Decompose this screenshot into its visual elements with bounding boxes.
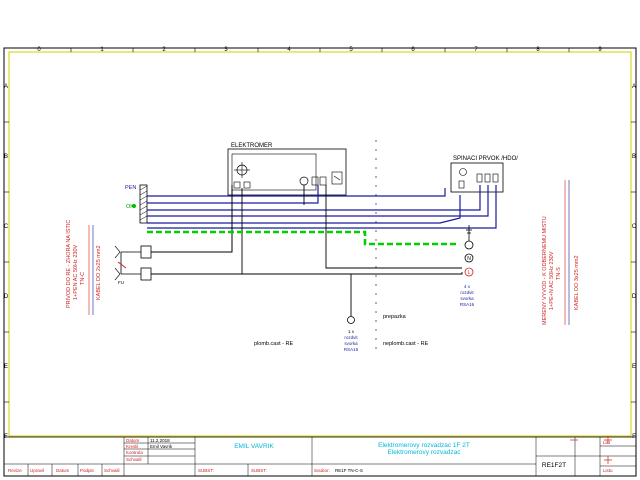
tb-drawing-no: RE1F2T	[542, 462, 566, 469]
svg-text:L: L	[468, 270, 471, 276]
row-d-right: D	[632, 294, 637, 300]
tb-soubor-label: Soubor:	[314, 468, 330, 473]
earth-terminal-icon	[464, 240, 474, 250]
svg-text:N: N	[467, 256, 471, 262]
left-vertical-3: TN-C	[80, 272, 86, 285]
neplomb-label: neplomb.cast - RE	[383, 341, 429, 347]
tb-schvalil-label: Schvalil	[126, 457, 142, 462]
pen-bus-hatch	[139, 185, 148, 221]
drawing-canvas: 0 1 2 3 4 5 6 7 8 9 A B C D E F A B C D …	[3, 47, 637, 477]
elektromer-inner-box	[231, 153, 317, 191]
meter-terminal-1	[233, 181, 241, 189]
row-a-right: A	[632, 84, 636, 90]
svorka-1x-count: 1 x	[348, 329, 355, 334]
right-vertical-1: MERENY VYVOD - K ODBERNEMU MISTU	[542, 216, 548, 325]
tb-kreslil-label: Kreslil	[126, 444, 138, 449]
svorka-1x-name: svorka	[344, 341, 358, 346]
svorka-4x-type: rozdvit	[460, 290, 474, 295]
tariff-coil-icon	[299, 176, 309, 186]
breaker-bottom	[140, 267, 152, 281]
column-ticks	[70, 48, 570, 52]
fu-label: FU	[118, 280, 124, 285]
row-e-right: E	[632, 364, 636, 370]
elektromer-label: ELEKTROMER	[231, 143, 273, 149]
tb-col-schvalil: Schvalil	[104, 468, 120, 473]
hdo-terminal-1	[458, 180, 465, 189]
hdo-terminal-2	[476, 173, 483, 183]
tb-subst-2: SUBST:	[251, 468, 267, 473]
row-b-right: B	[632, 154, 636, 160]
spinaci-label: SPINACI PRVOK /HDO/	[453, 156, 518, 162]
row-a-left: A	[4, 84, 8, 90]
tb-red-marks	[570, 436, 612, 464]
svorka-4x-name: svorka	[460, 296, 474, 301]
inner-frame	[8, 51, 632, 437]
left-vertical-4: KABEL DO 2x25 mm2	[96, 245, 102, 300]
hdo-terminal-3	[484, 173, 491, 183]
tb-kontrola-label: Kontrola	[126, 450, 143, 455]
prepazka-label: prepazka	[383, 314, 407, 320]
svorka-1x-model: RSA16	[344, 347, 359, 352]
tb-datum-value: 11.2.2018	[150, 438, 170, 443]
tb-col-revize: Revize	[8, 468, 22, 473]
tb-title-2: Elektromerovy rozvadzac	[388, 449, 462, 456]
tb-subst-1: SUBST:	[198, 468, 214, 473]
right-vertical-4: KABEL DO 3x25 mm2	[574, 255, 580, 310]
tb-list-label: List	[603, 440, 611, 445]
svorka-4x-label: 4 x rozdvit svorka RSA16	[460, 284, 475, 307]
right-output-description: MERENY VYVOD - K ODBERNEMU MISTU 1+PE+N …	[542, 216, 580, 325]
left-supply-description: PRIVOD DO RE - ZHORA NA ISTIC 1+PEN AC 5…	[66, 220, 102, 308]
plomb-label: plomb.cast - RE	[254, 341, 293, 347]
fuse-indicator	[117, 261, 127, 269]
tb-datum-label: Datum	[126, 438, 140, 443]
row-c-left: C	[4, 224, 9, 230]
hdo-terminal-4	[492, 173, 499, 183]
left-vertical-1: PRIVOD DO RE - ZHORA NA ISTIC	[66, 220, 72, 308]
supply-arrow-bottom	[114, 267, 121, 281]
output-terminals: N L	[464, 225, 474, 277]
meter-terminal-2	[243, 181, 251, 189]
supply-arrow-top	[114, 245, 121, 259]
green-earth-wire	[147, 230, 458, 246]
single-terminal-icon	[347, 316, 355, 324]
tb-author: EMIL VAVRIK	[234, 443, 274, 450]
ok-earth-dot	[132, 204, 136, 208]
meter-terminal-3	[311, 176, 319, 186]
svorka-4x-count: 4 x	[464, 284, 471, 289]
breaker-top	[140, 245, 152, 259]
tb-title-1: Elektromerovy rozvadzac 1F 2T	[378, 442, 470, 449]
title-block: Datum 11.2.2018 Kreslil Emil Vavrik Kont…	[3, 436, 637, 477]
row-b-left: B	[4, 154, 8, 160]
hdo-coil-icon	[459, 168, 467, 176]
tb-col-podpis: Podpis	[80, 468, 95, 473]
meter-terminal-4	[319, 176, 327, 186]
svorka-4x-model: RSA16	[460, 302, 475, 307]
tb-soubor-value: RE1F TN-C-S	[335, 468, 363, 473]
tb-col-upravil: Upravil	[30, 468, 44, 473]
tb-listu-label: Listu	[603, 468, 613, 473]
left-vertical-2: 1+PEN AC 50Hz 230V	[73, 244, 79, 300]
tb-col-datum: Datum	[56, 468, 70, 473]
svorka-1x-type: rozdvit	[344, 335, 358, 340]
right-vertical-3: TN-S	[556, 267, 562, 280]
pen-label: PEN	[125, 185, 136, 191]
right-vertical-2: 1+PE+N AC 50Hz 230V	[549, 251, 555, 310]
row-e-left: E	[4, 364, 8, 370]
row-c-right: C	[632, 224, 637, 230]
blue-wiring	[147, 185, 497, 229]
tb-kreslil-value: Emil Vavrik	[150, 444, 173, 449]
pen-bus-bar	[139, 184, 148, 224]
black-wiring	[151, 185, 463, 316]
row-d-left: D	[4, 294, 9, 300]
svorka-1x-label: 1 x rozdvit svorka RSA16	[344, 329, 359, 352]
